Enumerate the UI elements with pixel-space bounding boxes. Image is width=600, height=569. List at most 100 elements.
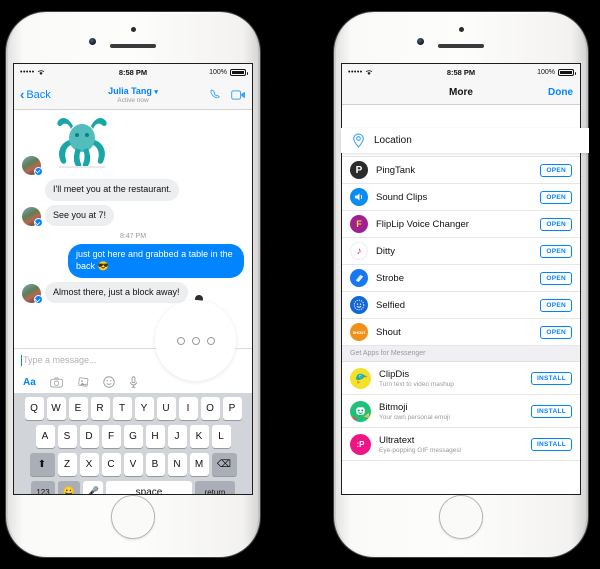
- key-n[interactable]: N: [167, 453, 187, 476]
- front-camera-icon: [89, 38, 96, 45]
- key-m[interactable]: M: [189, 453, 209, 476]
- key-e[interactable]: E: [68, 397, 88, 420]
- open-button[interactable]: OPEN: [540, 271, 572, 285]
- sticker-smiley-icon[interactable]: [103, 376, 115, 388]
- install-button[interactable]: INSTALL: [530, 437, 572, 451]
- key-d[interactable]: D: [79, 425, 99, 448]
- key-f[interactable]: F: [101, 425, 121, 448]
- dictation-key[interactable]: 🎤: [83, 481, 103, 494]
- message-bubble-incoming[interactable]: I'll meet you at the restaurant.: [45, 179, 180, 201]
- home-button[interactable]: [111, 495, 155, 539]
- key-u[interactable]: U: [156, 397, 176, 420]
- return-key[interactable]: return: [195, 481, 235, 494]
- open-button[interactable]: OPEN: [540, 190, 572, 204]
- keyboard-row-1: Q W E R T Y U I O P: [16, 397, 250, 420]
- more-sheet-header: More Done: [342, 80, 580, 105]
- done-button[interactable]: Done: [548, 87, 573, 98]
- microphone-icon[interactable]: [129, 376, 138, 388]
- app-row[interactable]: Strobe OPEN: [342, 265, 580, 292]
- install-button[interactable]: INSTALL: [530, 371, 572, 385]
- message-bubble-incoming[interactable]: Almost there, just a block away!: [45, 281, 188, 304]
- numbers-key[interactable]: 123: [31, 481, 55, 494]
- key-p[interactable]: P: [222, 397, 242, 420]
- more-options-highlight[interactable]: [155, 300, 236, 381]
- key-h[interactable]: H: [145, 425, 165, 448]
- emoji-key[interactable]: 😀: [58, 481, 80, 494]
- left-phone-screen: ••••• 8:58 PM 100% ‹ Back Julia Tang ▾ A…: [14, 64, 252, 494]
- status-right: 100%: [537, 68, 576, 76]
- key-i[interactable]: I: [178, 397, 198, 420]
- message-input-placeholder: Type a message...: [23, 355, 97, 365]
- shout-icon: SHOUT: [350, 323, 368, 341]
- open-button[interactable]: OPEN: [540, 217, 572, 231]
- open-button[interactable]: OPEN: [540, 163, 572, 177]
- location-row[interactable]: Location: [341, 128, 589, 153]
- app-row[interactable]: Selfied OPEN: [342, 292, 580, 319]
- backspace-key[interactable]: ⌫: [211, 453, 237, 476]
- photo-library-icon[interactable]: [77, 376, 89, 388]
- key-j[interactable]: J: [167, 425, 187, 448]
- install-button[interactable]: INSTALL: [530, 404, 572, 418]
- back-button[interactable]: ‹ Back: [20, 88, 51, 101]
- video-camera-icon[interactable]: [231, 89, 246, 101]
- store-app-row[interactable]: ClipDis Turn text to video mashup INSTAL…: [342, 362, 580, 395]
- key-r[interactable]: R: [90, 397, 110, 420]
- key-c[interactable]: C: [101, 453, 121, 476]
- message-bubble-outgoing[interactable]: just got here and grabbed a table in the…: [68, 244, 244, 278]
- key-b[interactable]: B: [145, 453, 165, 476]
- app-subtitle: Turn text to video mashup: [379, 380, 454, 388]
- store-app-row[interactable]: :P Ultratext Eye-popping GIF messages! I…: [342, 428, 580, 461]
- key-y[interactable]: Y: [134, 397, 154, 420]
- pingtank-glyph: P: [355, 164, 363, 176]
- battery-icon: [230, 68, 248, 76]
- app-row[interactable]: SHOUT Shout OPEN: [342, 319, 580, 346]
- key-g[interactable]: G: [123, 425, 143, 448]
- key-z[interactable]: Z: [57, 453, 77, 476]
- key-x[interactable]: X: [79, 453, 99, 476]
- open-button[interactable]: OPEN: [540, 244, 572, 258]
- store-apps-list: ClipDis Turn text to video mashup INSTAL…: [342, 362, 580, 461]
- key-v[interactable]: V: [123, 453, 143, 476]
- location-pin-icon: [353, 133, 364, 148]
- shift-key[interactable]: ⬆: [29, 453, 55, 476]
- key-q[interactable]: Q: [24, 397, 44, 420]
- ditty-icon: ♪: [350, 242, 368, 260]
- app-row[interactable]: Sound Clips OPEN: [342, 184, 580, 211]
- open-button[interactable]: OPEN: [540, 325, 572, 339]
- key-o[interactable]: O: [200, 397, 220, 420]
- message-bubble-incoming[interactable]: See you at 7!: [45, 204, 115, 227]
- left-iphone-device: ••••• 8:58 PM 100% ‹ Back Julia Tang ▾ A…: [6, 12, 260, 557]
- battery-percent: 100%: [537, 68, 555, 76]
- onscreen-keyboard[interactable]: Q W E R T Y U I O P A S D F G H J K L ⬆ …: [14, 393, 252, 494]
- app-row[interactable]: P PingTank OPEN: [342, 157, 580, 184]
- key-w[interactable]: W: [46, 397, 66, 420]
- sticker-message[interactable]: [45, 114, 119, 175]
- space-key[interactable]: space: [106, 481, 192, 494]
- camera-icon[interactable]: [50, 377, 63, 388]
- avatar[interactable]: [22, 207, 43, 228]
- key-l[interactable]: L: [211, 425, 231, 448]
- key-s[interactable]: S: [57, 425, 77, 448]
- text-format-icon[interactable]: Aa: [23, 377, 36, 388]
- section-header: Get Apps for Messenger: [342, 346, 580, 362]
- message-row: just got here and grabbed a table in the…: [14, 242, 252, 279]
- dot-2: [191, 336, 200, 345]
- app-row[interactable]: ♪ Ditty OPEN: [342, 238, 580, 265]
- shout-glyph: SHOUT: [352, 329, 366, 335]
- avatar[interactable]: [22, 284, 43, 305]
- store-app-text: Ultratext Eye-popping GIF messages!: [379, 435, 461, 454]
- battery-percent: 100%: [209, 68, 227, 76]
- message-row: See you at 7!: [14, 203, 252, 229]
- store-app-row[interactable]: Bitmoji Your own personal emoji INSTALL: [342, 395, 580, 428]
- home-button[interactable]: [439, 495, 483, 539]
- bitmoji-icon: [350, 400, 371, 422]
- phone-icon[interactable]: [209, 88, 222, 101]
- key-t[interactable]: T: [112, 397, 132, 420]
- key-a[interactable]: A: [35, 425, 55, 448]
- open-button[interactable]: OPEN: [540, 298, 572, 312]
- key-k[interactable]: K: [189, 425, 209, 448]
- chevron-left-icon: ‹: [20, 87, 25, 102]
- app-row[interactable]: F FlipLip Voice Changer OPEN: [342, 211, 580, 238]
- installed-apps-list: GIPHY OPEN P PingTank OPEN Sound Clips O…: [342, 130, 580, 346]
- avatar[interactable]: [22, 156, 43, 176]
